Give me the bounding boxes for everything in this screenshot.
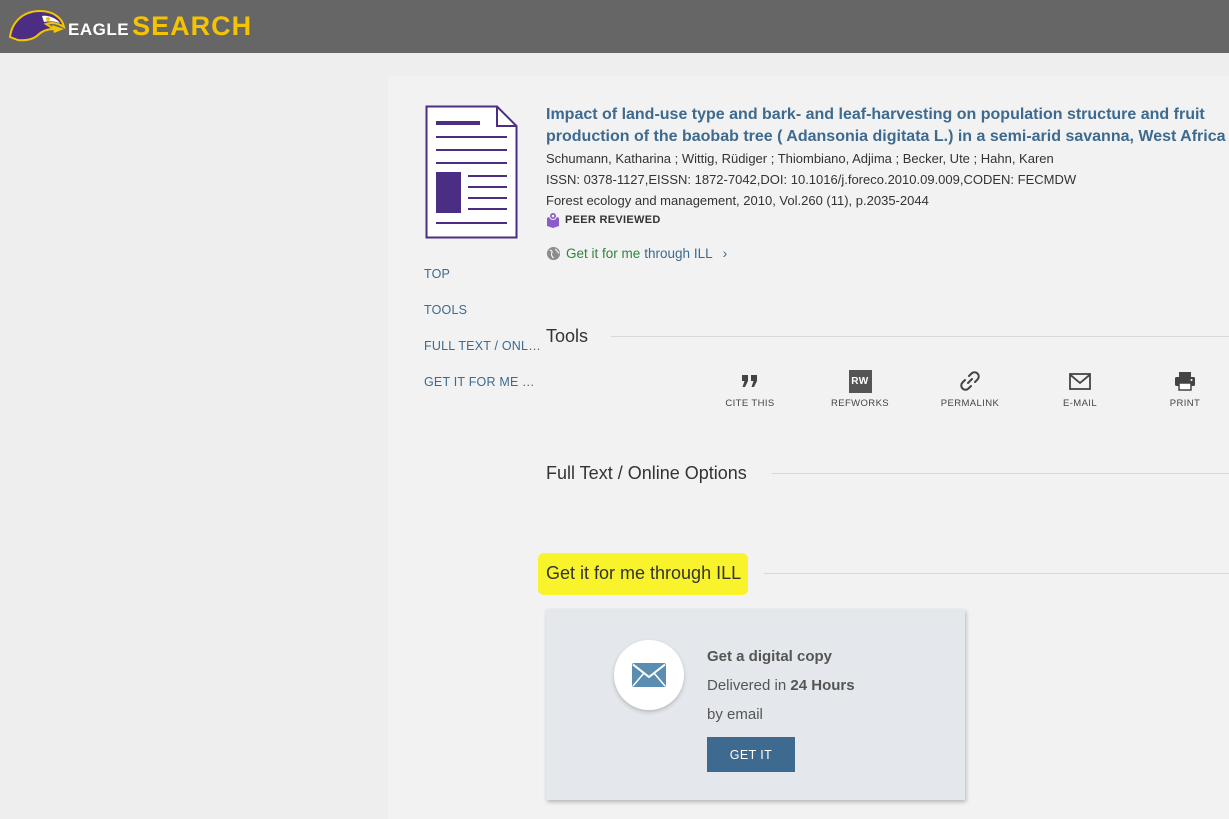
refworks-label: REFWORKS [830, 398, 890, 409]
refworks-icon: RW [848, 369, 872, 393]
delivery-method: by email [707, 706, 763, 723]
peer-reviewed-label: PEER REVIEWED [565, 214, 661, 226]
section-full-text-divider [772, 473, 1229, 474]
logo-search-text: SEARCH [132, 10, 253, 41]
permalink-label: PERMALINK [940, 398, 1000, 409]
cite-this-button[interactable]: CITE THIS [700, 368, 800, 409]
document-icon [425, 105, 518, 239]
cite-this-label: CITE THIS [725, 398, 775, 409]
digital-copy-details: Get a digital copy Delivered in 24 Hours… [707, 642, 855, 729]
digital-copy-icon-circle [614, 640, 684, 710]
ill-link-text-green: Get it for me [566, 245, 641, 261]
tools-bar: CITE THIS RW REFWORKS PERMALINK E-MAIL P… [700, 368, 1229, 418]
get-it-button[interactable]: GET IT [707, 737, 795, 772]
logo-eagle-text: EAGLE [68, 19, 130, 39]
eagle-head-icon [8, 9, 66, 42]
link-icon [960, 371, 980, 391]
chevron-right-icon: › [722, 245, 728, 261]
nav-get-it-ill[interactable]: GET IT FOR ME THROUGH ILL [424, 374, 542, 410]
nav-top[interactable]: TOP [424, 266, 542, 302]
envelope-icon [1069, 372, 1091, 390]
top-bar: EAGLE SEARCH [0, 0, 1229, 53]
quote-icon [742, 375, 757, 387]
globe-icon [546, 246, 561, 260]
digital-copy-heading: Get a digital copy [707, 648, 833, 665]
delivery-prefix: Delivered in [707, 677, 787, 694]
nav-full-text[interactable]: FULL TEXT / ONLINE OPTIONS [424, 338, 542, 374]
peer-reviewed-badge: PEER REVIEWED [546, 212, 1226, 228]
envelope-icon [632, 663, 666, 687]
peer-reviewed-icon [547, 212, 559, 228]
record-authors: Schumann, Katharina ; Wittig, Rüdiger ; … [546, 151, 1054, 166]
ill-link-text-blue: through ILL [644, 245, 713, 261]
record-title[interactable]: Impact of land-use type and bark- and le… [546, 104, 1226, 148]
email-label: E-MAIL [1062, 398, 1098, 409]
record-title-line2: production of the baobab tree ( Adansoni… [546, 128, 1226, 145]
get-it-ill-link[interactable]: Get it for me through ILL › [546, 245, 727, 261]
section-ill-divider [764, 573, 1229, 574]
section-tools-divider [611, 336, 1229, 337]
nav-tools[interactable]: TOOLS [424, 302, 542, 338]
record-title-line1: Impact of land-use type and bark- and le… [546, 106, 1205, 123]
section-tools-heading: Tools [546, 326, 589, 346]
record-section-nav: TOP TOOLS FULL TEXT / ONLINE OPTIONS GET… [424, 266, 542, 410]
section-full-text-heading: Full Text / Online Options [546, 463, 747, 483]
logo-wordmark: EAGLE SEARCH [68, 11, 252, 42]
record-details: Impact of land-use type and bark- and le… [546, 104, 1226, 228]
section-ill-heading: Get it for me through ILL [546, 563, 742, 583]
permalink-button[interactable]: PERMALINK [920, 368, 1020, 409]
email-button[interactable]: E-MAIL [1030, 368, 1130, 409]
print-label: PRINT [1169, 398, 1201, 409]
print-button[interactable]: PRINT [1135, 368, 1229, 409]
printer-icon [1175, 372, 1195, 391]
eaglesearch-logo[interactable]: EAGLE SEARCH [8, 6, 252, 46]
delivery-time: 24 Hours [790, 677, 855, 694]
record-source: Forest ecology and management, 2010, Vol… [546, 193, 929, 208]
refworks-button[interactable]: RW REFWORKS [810, 368, 910, 409]
record-identifiers: ISSN: 0378-1127,EISSN: 1872-7042,DOI: 10… [546, 172, 1077, 187]
